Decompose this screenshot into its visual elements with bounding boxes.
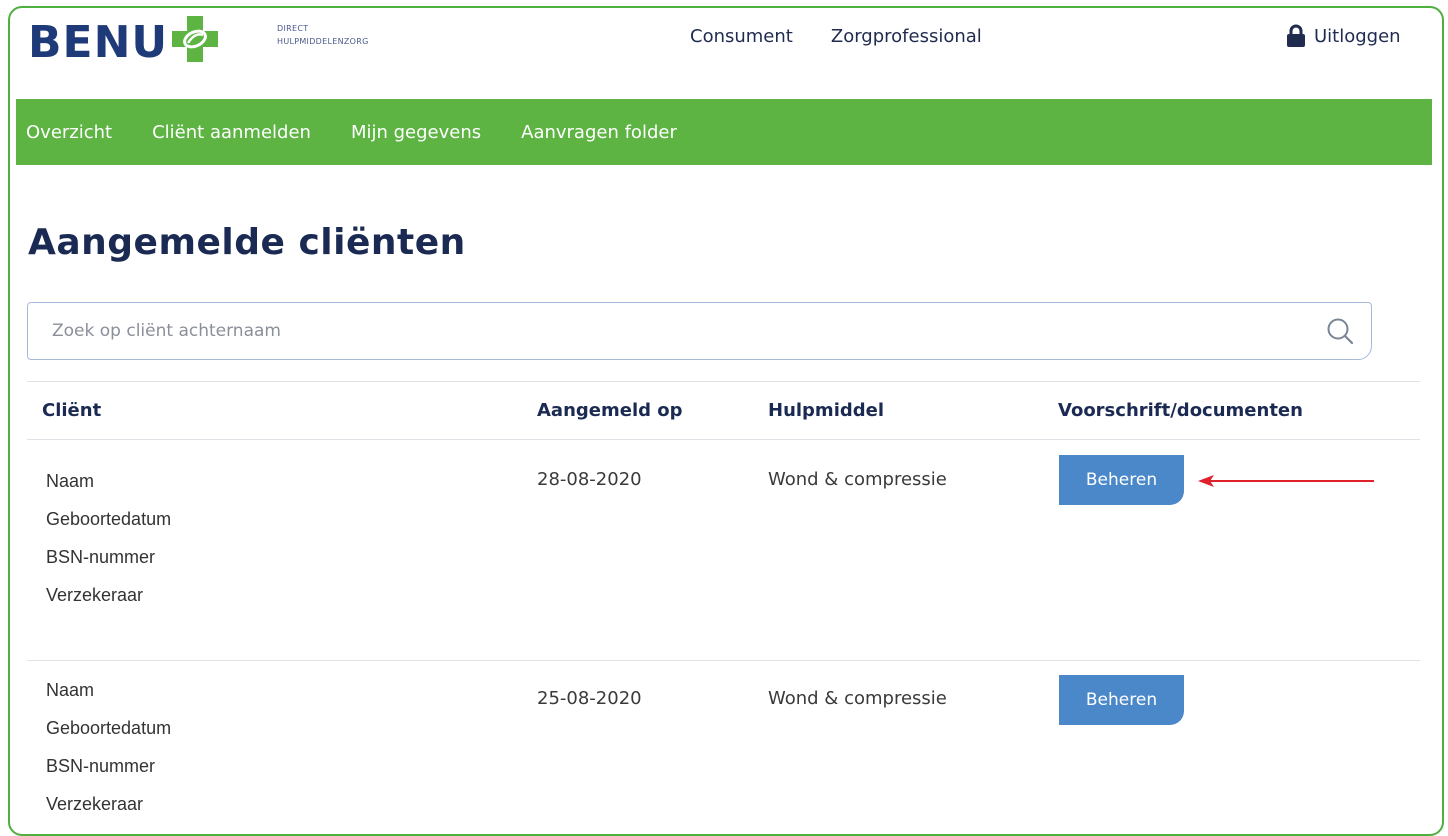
green-cross-logo-icon [172, 16, 219, 62]
lock-icon [1287, 24, 1305, 47]
logo-text: BENU [28, 17, 169, 68]
column-header-hulpmiddel: Hulpmiddel [768, 400, 885, 421]
registration-date: 28-08-2020 [537, 469, 642, 490]
client-birthdate-label: Geboortedatum [46, 509, 172, 529]
column-header-client: Cliënt [42, 400, 102, 421]
logout-label: Uitloggen [1314, 25, 1401, 47]
client-birthdate-label: Geboortedatum [46, 718, 172, 738]
client-insurer-label: Verzekeraar [46, 585, 144, 605]
nav-item-mijn-gegevens[interactable]: Mijn gegevens [351, 122, 481, 143]
client-bsn-label: BSN-nummer [46, 547, 156, 567]
aid-type: Wond & compressie [768, 688, 947, 709]
manage-button[interactable]: Beheren [1059, 675, 1184, 725]
red-arrow-annotation [1198, 475, 1374, 487]
page-title: Aangemelde cliënten [28, 222, 466, 263]
table-top-divider [27, 381, 1420, 382]
tagline-line1: DIRECT [277, 24, 309, 33]
aid-type: Wond & compressie [768, 469, 947, 490]
client-name-label: Naam [46, 471, 95, 491]
nav-item-client-aanmelden[interactable]: Cliënt aanmelden [152, 122, 311, 143]
column-header-aangemeld-op: Aangemeld op [537, 400, 683, 421]
search-box [27, 302, 1372, 360]
registration-date: 25-08-2020 [537, 688, 642, 709]
top-link-zorgprofessional[interactable]: Zorgprofessional [831, 26, 982, 47]
search-icon[interactable] [1325, 316, 1355, 346]
table-header-divider [27, 439, 1420, 440]
logo-tagline: DIRECT HULPMIDDELENZORG [277, 22, 369, 48]
top-link-consument[interactable]: Consument [690, 26, 793, 47]
logout-button[interactable]: Uitloggen [1286, 24, 1401, 48]
main-navigation-bar: Overzicht Cliënt aanmelden Mijn gegevens… [16, 99, 1432, 165]
nav-item-aanvragen-folder[interactable]: Aanvragen folder [521, 122, 677, 143]
benu-logo[interactable]: BENU [28, 16, 220, 68]
nav-item-overzicht[interactable]: Overzicht [26, 122, 112, 143]
search-input[interactable] [28, 302, 1325, 360]
tagline-line2: HULPMIDDELENZORG [277, 37, 369, 46]
row-divider [27, 660, 1420, 661]
manage-button[interactable]: Beheren [1059, 455, 1184, 505]
column-header-voorschrift: Voorschrift/documenten [1058, 400, 1303, 421]
top-navigation: Consument Zorgprofessional [690, 26, 982, 47]
client-insurer-label: Verzekeraar [46, 794, 144, 814]
client-name-label: Naam [46, 680, 95, 700]
client-bsn-label: BSN-nummer [46, 756, 156, 776]
